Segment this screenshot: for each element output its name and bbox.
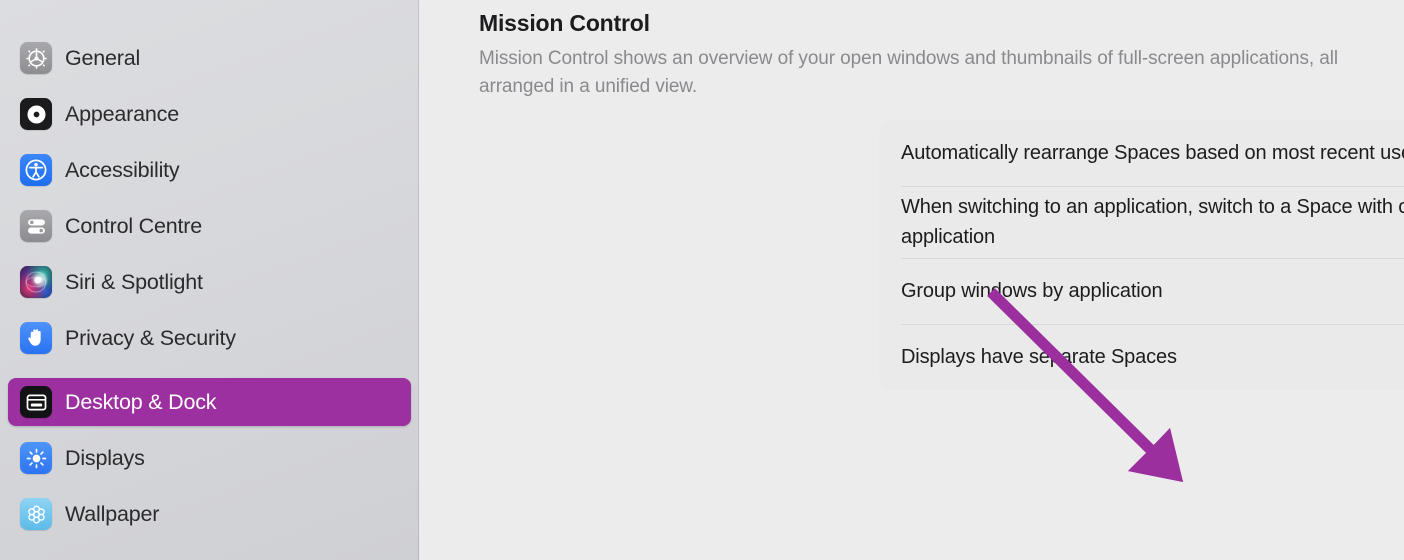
appearance-icon: [20, 98, 52, 130]
sidebar-item-label: Siri & Spotlight: [65, 269, 203, 294]
setting-row-switch-to-space: When switching to an application, switch…: [901, 186, 1404, 258]
desktop-dock-icon: [20, 386, 52, 418]
control-centre-icon: [20, 210, 52, 242]
sidebar-item-accessibility[interactable]: Accessibility: [8, 146, 411, 194]
privacy-hand-icon: [20, 322, 52, 354]
footer-button-bar: Shortcuts… Hot Corners… ?: [879, 481, 1404, 525]
sidebar-item-siri-spotlight[interactable]: Siri & Spotlight: [8, 258, 411, 306]
setting-row-auto-rearrange-spaces: Automatically rearrange Spaces based on …: [901, 120, 1404, 186]
setting-row-group-windows: Group windows by application: [901, 258, 1404, 324]
settings-sidebar: General Appearance Accessibility Control…: [0, 0, 419, 560]
sidebar-item-privacy-security[interactable]: Privacy & Security: [8, 314, 411, 362]
setting-label: Automatically rearrange Spaces based on …: [901, 142, 1404, 164]
siri-icon: [20, 266, 52, 298]
sidebar-item-label: Wallpaper: [65, 501, 160, 526]
sidebar-nav-list: General Appearance Accessibility Control…: [0, 34, 419, 538]
page-description: Mission Control shows an overview of you…: [479, 48, 1338, 97]
setting-label: Group windows by application: [901, 280, 1163, 302]
sidebar-item-wallpaper[interactable]: Wallpaper: [8, 490, 411, 538]
wallpaper-flower-icon: [20, 498, 52, 530]
page-title: Mission Control: [479, 10, 650, 36]
accessibility-icon: [20, 154, 52, 186]
sidebar-item-label: Desktop & Dock: [65, 389, 217, 414]
setting-label: Displays have separate Spaces: [901, 346, 1177, 368]
mission-control-settings-card: Automatically rearrange Spaces based on …: [879, 120, 1404, 390]
sidebar-item-control-centre[interactable]: Control Centre: [8, 202, 411, 250]
setting-label: When switching to an application, switch…: [901, 196, 1404, 248]
sidebar-item-label: Appearance: [65, 101, 179, 126]
setting-row-separate-spaces: Displays have separate Spaces: [901, 324, 1404, 390]
sidebar-item-general[interactable]: General: [8, 34, 411, 82]
system-settings-window: General Appearance Accessibility Control…: [0, 0, 1404, 560]
gear-icon: [20, 42, 52, 74]
sidebar-item-label: Privacy & Security: [65, 325, 236, 350]
sidebar-item-desktop-dock[interactable]: Desktop & Dock: [8, 378, 411, 426]
brightness-sun-icon: [20, 442, 52, 474]
sidebar-item-label: Control Centre: [65, 213, 203, 238]
sidebar-item-label: Displays: [65, 445, 145, 470]
sidebar-item-displays[interactable]: Displays: [8, 434, 411, 482]
settings-content: Mission Control Mission Control shows an…: [419, 0, 1404, 560]
sidebar-item-label: General: [65, 45, 141, 70]
sidebar-item-label: Accessibility: [65, 157, 180, 182]
sidebar-item-appearance[interactable]: Appearance: [8, 90, 411, 138]
